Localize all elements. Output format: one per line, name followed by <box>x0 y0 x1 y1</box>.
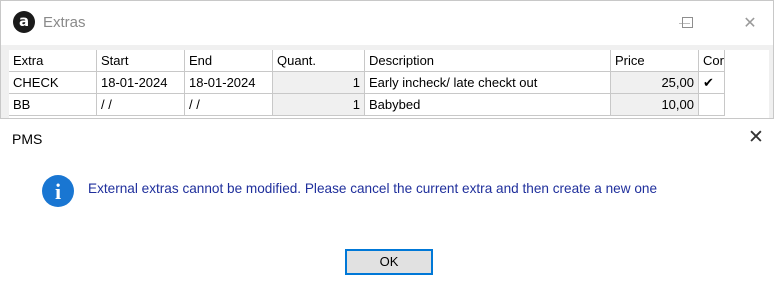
cell-start: 18-01-2024 <box>97 72 185 94</box>
cell-confirmed-check: ✔ <box>699 72 725 94</box>
dialog-message: External extras cannot be modified. Plea… <box>88 181 658 196</box>
column-header-end[interactable]: End <box>185 50 273 72</box>
cell-description: Babybed <box>365 94 611 116</box>
cell-price: 10,00 <box>611 94 699 116</box>
window-close-button[interactable]: ✕ <box>727 1 773 45</box>
cell-end: / / <box>185 94 273 116</box>
column-header-price[interactable]: Price <box>611 50 699 72</box>
cell-quantity: 1 <box>273 72 365 94</box>
maximize-button[interactable] <box>682 17 693 28</box>
cell-extra: CHECK <box>9 72 97 94</box>
cell-quantity: 1 <box>273 94 365 116</box>
grid-header-row: Extra Start End Quant. Description Price… <box>9 50 769 72</box>
extras-titlebar: a Extras ✕ <box>1 1 773 45</box>
column-header-quantity[interactable]: Quant. <box>273 50 365 72</box>
cell-start: / / <box>97 94 185 116</box>
window-title: Extras <box>43 14 86 31</box>
extras-grid: Extra Start End Quant. Description Price… <box>9 50 769 120</box>
cell-confirmed-check <box>699 94 725 116</box>
cell-price: 25,00 <box>611 72 699 94</box>
column-header-start[interactable]: Start <box>97 50 185 72</box>
cell-description: Early incheck/ late checkt out <box>365 72 611 94</box>
ok-button[interactable]: OK <box>345 249 433 275</box>
info-icon: i <box>42 175 74 207</box>
cell-end: 18-01-2024 <box>185 72 273 94</box>
dialog-title: PMS <box>12 131 43 147</box>
table-row[interactable]: CHECK 18-01-2024 18-01-2024 1 Early inch… <box>9 72 769 94</box>
dialog-close-button[interactable]: ✕ <box>744 125 768 149</box>
cell-extra: BB <box>9 94 97 116</box>
table-row[interactable]: BB / / / / 1 Babybed 10,00 <box>9 94 769 116</box>
pms-message-dialog: PMS ✕ i External extras cannot be modifi… <box>0 118 774 301</box>
column-header-confirmed[interactable]: Cor <box>699 50 725 72</box>
column-header-description[interactable]: Description <box>365 50 611 72</box>
column-header-extra[interactable]: Extra <box>9 50 97 72</box>
app-logo-icon: a <box>13 11 35 33</box>
